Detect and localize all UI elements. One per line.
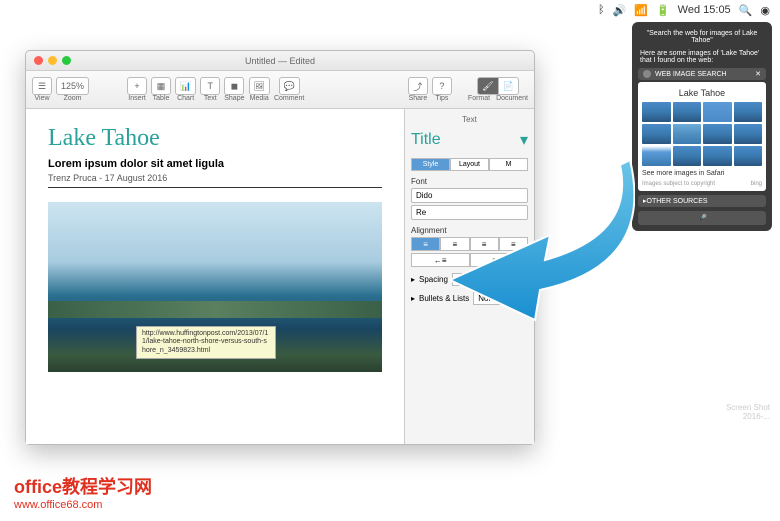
- outdent-button[interactable]: ←≡: [411, 253, 470, 267]
- minimize-window-button[interactable]: [48, 56, 57, 65]
- spacing-value[interactable]: 0.8: [452, 273, 482, 286]
- close-icon[interactable]: ✕: [755, 70, 761, 78]
- spacing-label: Spacing: [419, 275, 448, 284]
- tips-button[interactable]: ?Tips: [432, 77, 452, 102]
- microphone-icon: 🎤: [697, 214, 707, 223]
- document-tab[interactable]: 📄: [499, 77, 519, 95]
- page-watermark: office教程学习网 www.office68.com: [0, 463, 780, 521]
- window-titlebar[interactable]: Untitled — Edited: [26, 51, 534, 71]
- bluetooth-icon[interactable]: ᛒ: [598, 4, 605, 16]
- other-sources-header[interactable]: ▸ OTHER SOURCES: [638, 195, 766, 207]
- text-button[interactable]: TText: [200, 77, 220, 102]
- font-style-select[interactable]: Re: [411, 205, 528, 220]
- image-thumb[interactable]: [734, 124, 763, 144]
- image-thumb[interactable]: [703, 146, 732, 166]
- align-right-button[interactable]: ≡: [470, 237, 499, 251]
- bullets-label: Bullets & Lists: [419, 294, 469, 303]
- document-canvas[interactable]: Lake Tahoe Lorem ipsum dolor sit amet li…: [26, 109, 404, 444]
- zoom-select[interactable]: 125%Zoom: [56, 77, 89, 102]
- image-thumb[interactable]: [673, 102, 702, 122]
- alignment-label: Alignment: [411, 226, 528, 235]
- wifi-icon[interactable]: 📶: [634, 4, 648, 17]
- fullscreen-window-button[interactable]: [62, 56, 71, 65]
- siri-response-text: Here are some images of 'Lake Tahoe' tha…: [638, 46, 766, 68]
- image-thumb[interactable]: [642, 124, 671, 144]
- clock[interactable]: Wed 15:05: [678, 4, 731, 16]
- align-center-button[interactable]: ≡: [440, 237, 469, 251]
- paragraph-style-selector[interactable]: Title ▾: [411, 126, 528, 154]
- provider-label: bing: [751, 181, 762, 187]
- pages-window: Untitled — Edited ☰View 125%Zoom +Insert…: [25, 50, 535, 445]
- close-window-button[interactable]: [34, 56, 43, 65]
- toolbar: ☰View 125%Zoom +Insert ▦Table 📊Chart TTe…: [26, 71, 534, 109]
- volume-icon[interactable]: 🔊: [613, 4, 627, 17]
- share-button[interactable]: ⤴Share: [408, 77, 428, 102]
- image-thumb[interactable]: [703, 102, 732, 122]
- more-tab[interactable]: M: [489, 158, 528, 171]
- format-tab[interactable]: 🖌: [477, 77, 498, 95]
- siri-query-text: "Search the web for images of Lake Tahoe…: [638, 28, 766, 46]
- divider: [48, 187, 382, 188]
- disclosure-icon[interactable]: ▸: [411, 294, 415, 303]
- image-thumb[interactable]: [734, 102, 763, 122]
- view-button[interactable]: ☰View: [32, 77, 52, 102]
- comment-button[interactable]: 💬Comment: [274, 77, 304, 102]
- copyright-text: Images subject to copyright: [642, 181, 715, 187]
- siri-panel: "Search the web for images of Lake Tahoe…: [632, 22, 772, 231]
- bullets-value[interactable]: None: [473, 292, 503, 305]
- layout-tab[interactable]: Layout: [450, 158, 489, 171]
- format-inspector: Text Title ▾ Style Layout M Font Dido Re…: [404, 109, 534, 444]
- font-family-select[interactable]: Dido: [411, 188, 528, 203]
- image-grid: [642, 102, 762, 166]
- doc-title[interactable]: Lake Tahoe: [48, 125, 382, 152]
- chart-button[interactable]: 📊Chart: [175, 77, 196, 102]
- align-justify-button[interactable]: ≡: [499, 237, 528, 251]
- screenshot-watermark: Screen Shot2016-...: [726, 403, 770, 421]
- spotlight-icon[interactable]: 🔍: [739, 4, 753, 17]
- siri-web-search-header: WEB IMAGE SEARCH ✕: [638, 68, 766, 80]
- doc-subtitle[interactable]: Lorem ipsum dolor sit amet ligula: [48, 158, 382, 170]
- image-thumb[interactable]: [642, 102, 671, 122]
- chevron-down-icon: ▾: [520, 130, 528, 150]
- style-tab[interactable]: Style: [411, 158, 450, 171]
- image-thumb[interactable]: [673, 146, 702, 166]
- spacing-stepper[interactable]: ⌄: [486, 275, 496, 284]
- window-title: Untitled — Edited: [245, 56, 315, 66]
- disclosure-icon[interactable]: ▸: [411, 275, 415, 284]
- image-thumb[interactable]: [703, 124, 732, 144]
- globe-icon: [643, 70, 651, 78]
- image-thumb[interactable]: [673, 124, 702, 144]
- font-label: Font: [411, 177, 528, 186]
- battery-icon[interactable]: 🔋: [656, 4, 670, 17]
- url-tooltip: http://www.huffingtonpost.com/2013/07/11…: [136, 326, 276, 359]
- doc-author[interactable]: Trenz Pruca - 17 August 2016: [48, 173, 382, 183]
- siri-icon[interactable]: ◉: [760, 4, 770, 17]
- inspector-panel-label: Text: [411, 113, 528, 126]
- macos-menubar: ᛒ 🔊 📶 🔋 Wed 15:05 🔍 ◉: [598, 0, 780, 20]
- see-more-link[interactable]: See more images in Safari: [642, 166, 762, 179]
- image-thumb[interactable]: [734, 146, 763, 166]
- siri-result-title: Lake Tahoe: [642, 86, 762, 102]
- insert-button[interactable]: +Insert: [127, 77, 147, 102]
- indent-button[interactable]: ≡→: [470, 253, 529, 267]
- shape-button[interactable]: ◼Shape: [224, 77, 244, 102]
- siri-result-card: Lake Tahoe See more images in Safari Ima…: [638, 82, 766, 191]
- image-thumb[interactable]: [642, 146, 671, 166]
- siri-mic-bar[interactable]: 🎤: [638, 211, 766, 225]
- table-button[interactable]: ▦Table: [151, 77, 171, 102]
- align-left-button[interactable]: ≡: [411, 237, 440, 251]
- media-button[interactable]: 🖼Media: [249, 77, 270, 102]
